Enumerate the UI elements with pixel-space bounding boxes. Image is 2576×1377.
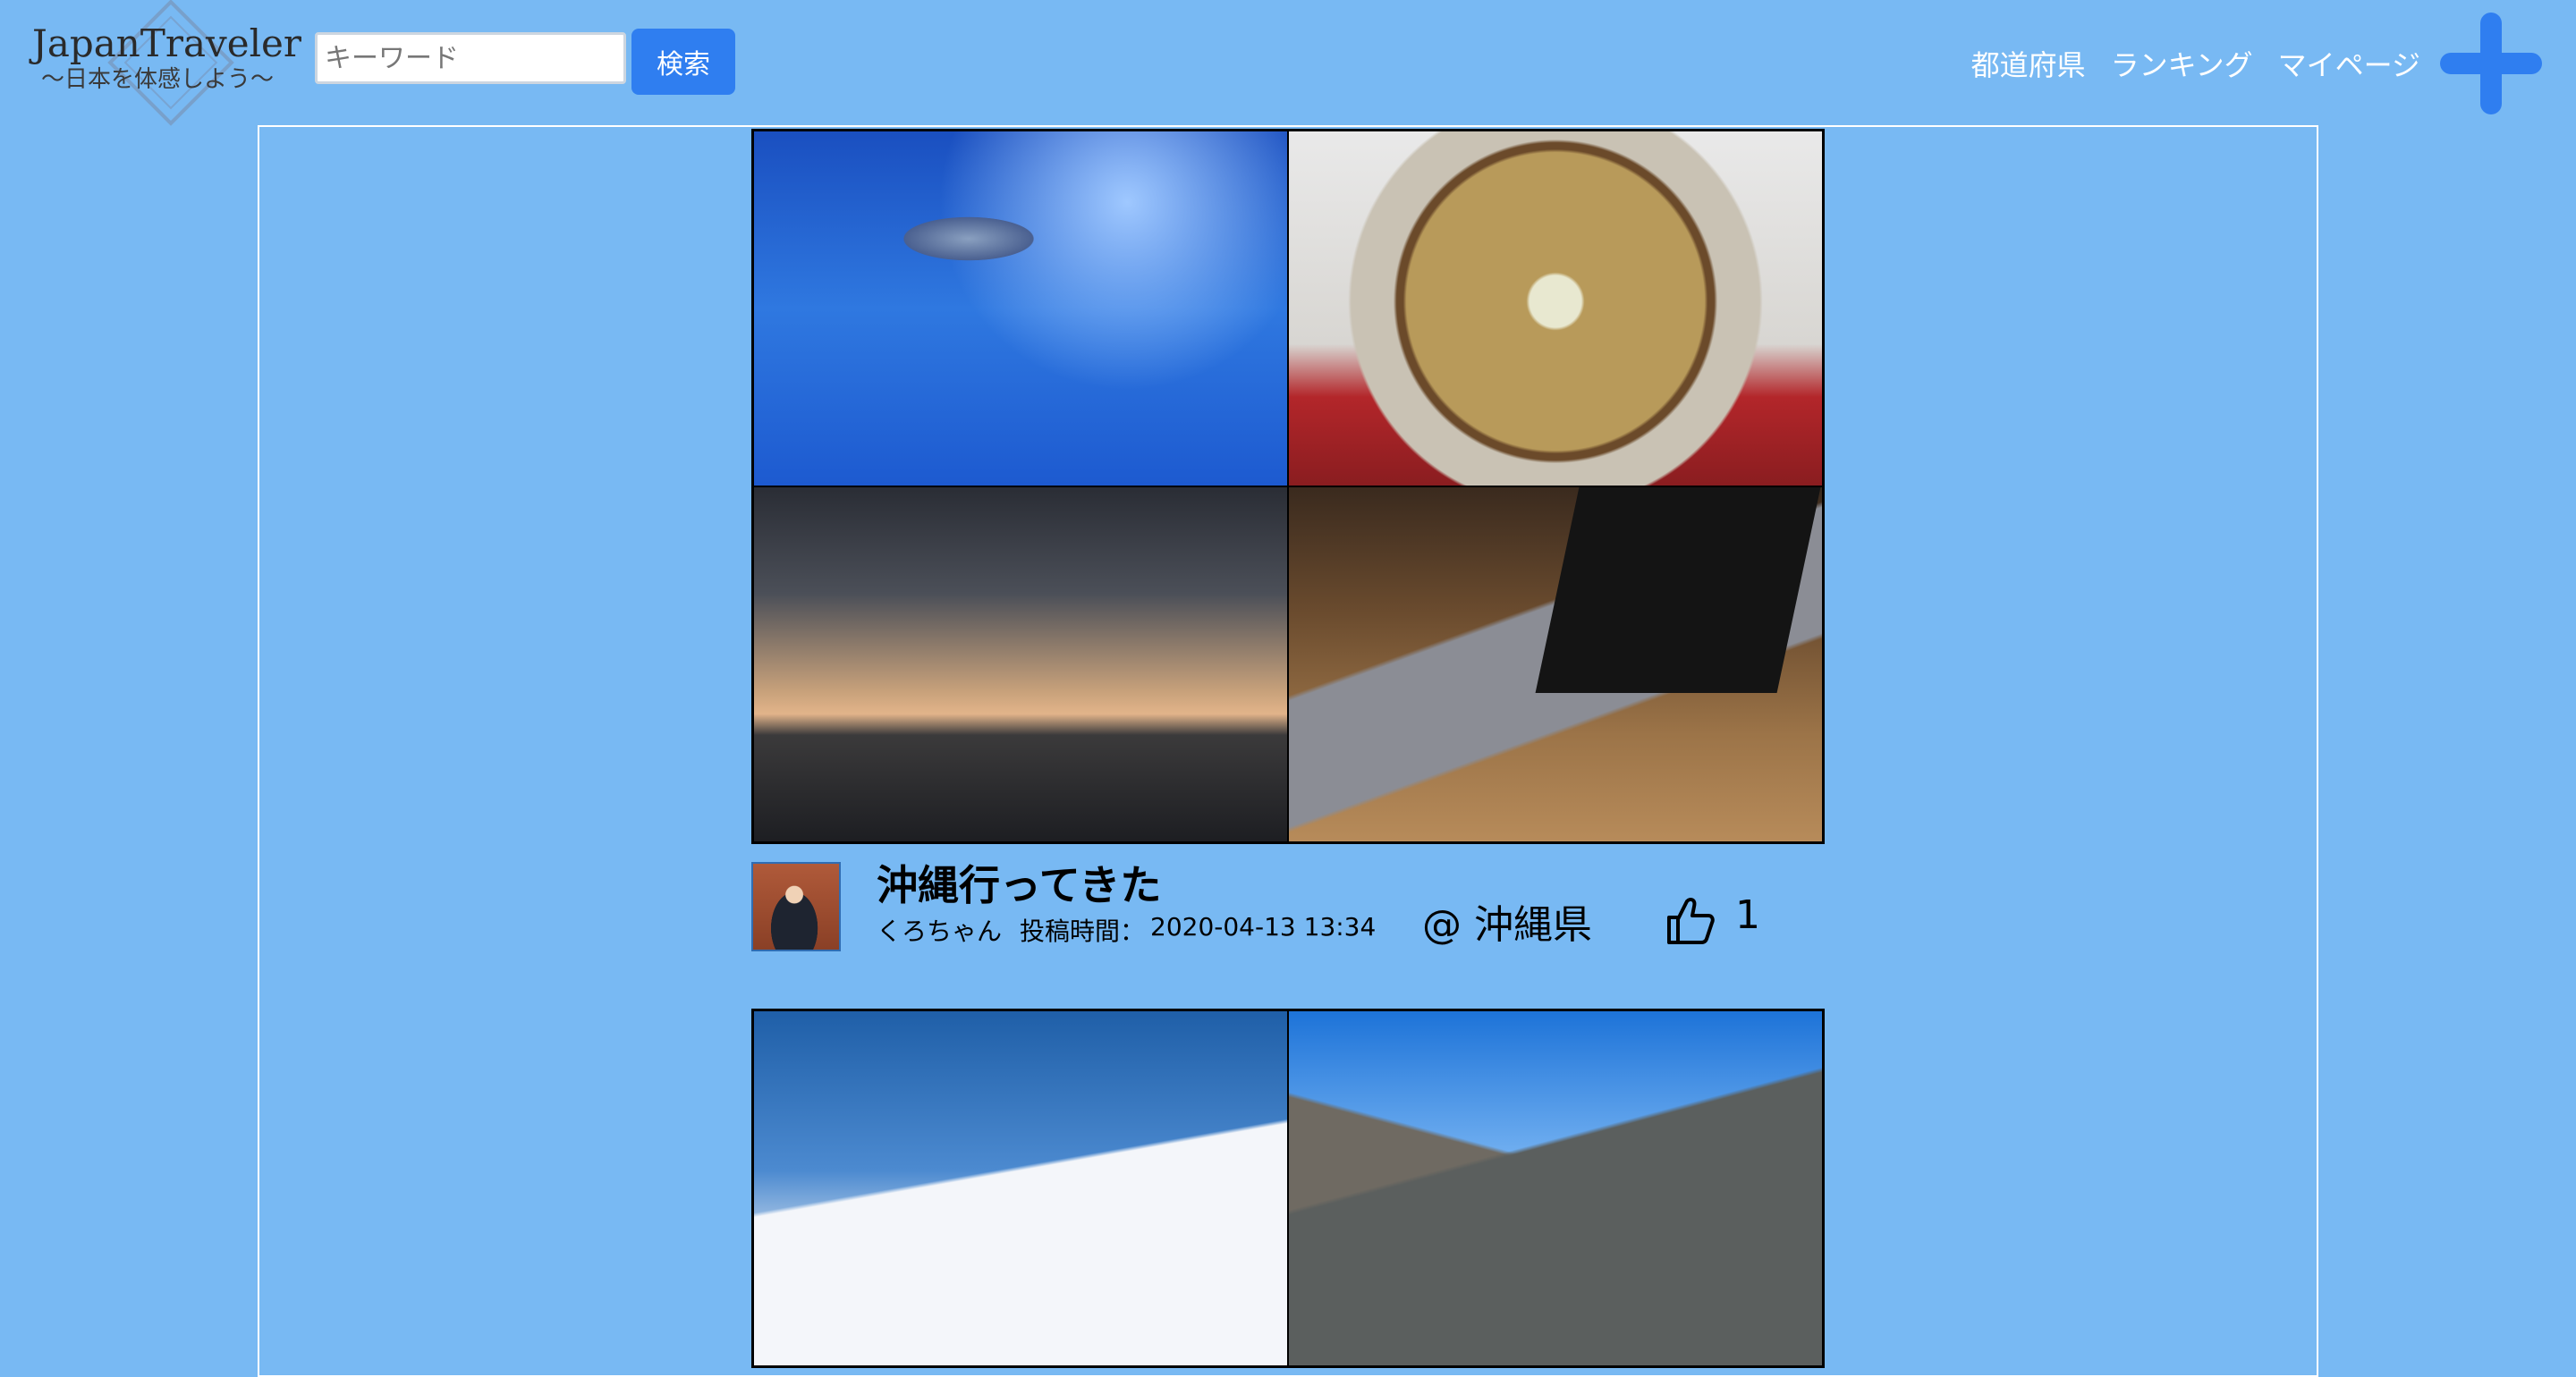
post-photo-grid-2[interactable] [751,1009,1825,1368]
top-header: JapanTraveler ～日本を体感しよう～ 検索 都道府県 ランキング マ… [0,0,2576,126]
like-count: 1 [1735,892,1760,938]
post-time-label: 投稿時間： [1020,917,1146,946]
aquarium-photo[interactable] [753,131,1288,486]
avatar[interactable] [751,862,841,951]
post-meta: 沖縄行ってきた くろちゃん 投稿時間： 2020-04-13 13:34 @ 沖… [751,849,1825,951]
main-nav: 都道府県 ランキング マイページ [1971,43,2420,84]
search-button[interactable]: 検索 [631,29,735,95]
laptop-screen [1535,487,1821,693]
plus-icon-vertical [2480,13,2502,114]
post-title[interactable]: 沖縄行ってきた [877,853,1161,912]
nav-mypage[interactable]: マイページ [2278,43,2420,84]
post-feed: 沖縄行ってきた くろちゃん 投稿時間： 2020-04-13 13:34 @ 沖… [258,125,2318,1377]
logo-brand-text: JapanTraveler [32,21,301,65]
logo-tagline: ～日本を体感しよう～ [40,66,274,93]
post-time: 2020-04-13 13:34 [1150,912,1377,942]
laptop-photo[interactable] [1288,486,1823,842]
mountain-ridge-photo[interactable] [1288,1010,1823,1366]
thumbs-up-icon[interactable] [1664,894,1716,946]
nav-prefectures[interactable]: 都道府県 [1971,43,2086,84]
sunset-photo[interactable] [753,486,1288,842]
add-post-button[interactable] [2440,13,2542,114]
search-input[interactable] [315,32,626,84]
nav-ranking[interactable]: ランキング [2111,43,2253,84]
site-logo[interactable]: JapanTraveler ～日本を体感しよう～ [32,0,301,126]
post-photo-grid[interactable] [751,129,1825,844]
snow-mountain-photo[interactable] [753,1010,1288,1366]
soba-photo[interactable] [1288,131,1823,486]
post-location[interactable]: @ 沖縄県 [1422,892,1592,950]
post-author[interactable]: くろちゃん [877,912,1002,948]
